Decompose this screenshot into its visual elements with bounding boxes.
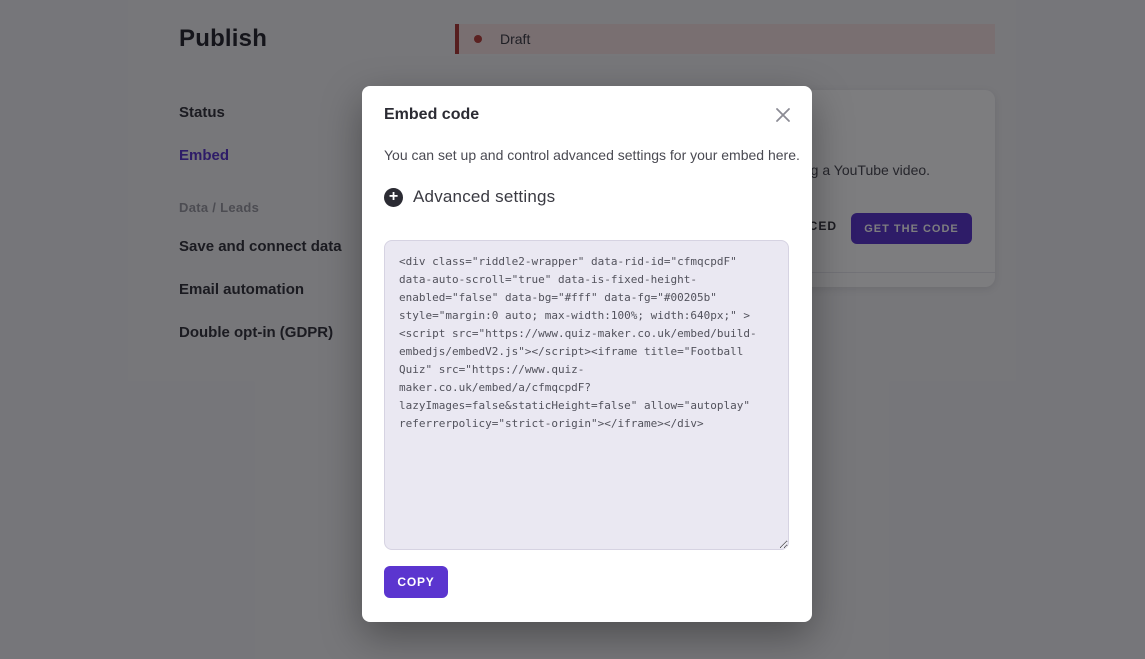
modal-title: Embed code	[384, 106, 479, 124]
plus-icon: +	[384, 188, 403, 207]
embed-code-modal: Embed code You can set up and control ad…	[362, 86, 812, 622]
copy-button[interactable]: COPY	[384, 566, 448, 598]
advanced-settings-label: Advanced settings	[413, 187, 555, 207]
advanced-settings-toggle[interactable]: + Advanced settings	[384, 187, 555, 207]
embed-code-textarea[interactable]: <div class="riddle2-wrapper" data-rid-id…	[384, 240, 789, 550]
modal-subtitle: You can set up and control advanced sett…	[384, 147, 800, 163]
close-icon[interactable]	[773, 105, 793, 125]
